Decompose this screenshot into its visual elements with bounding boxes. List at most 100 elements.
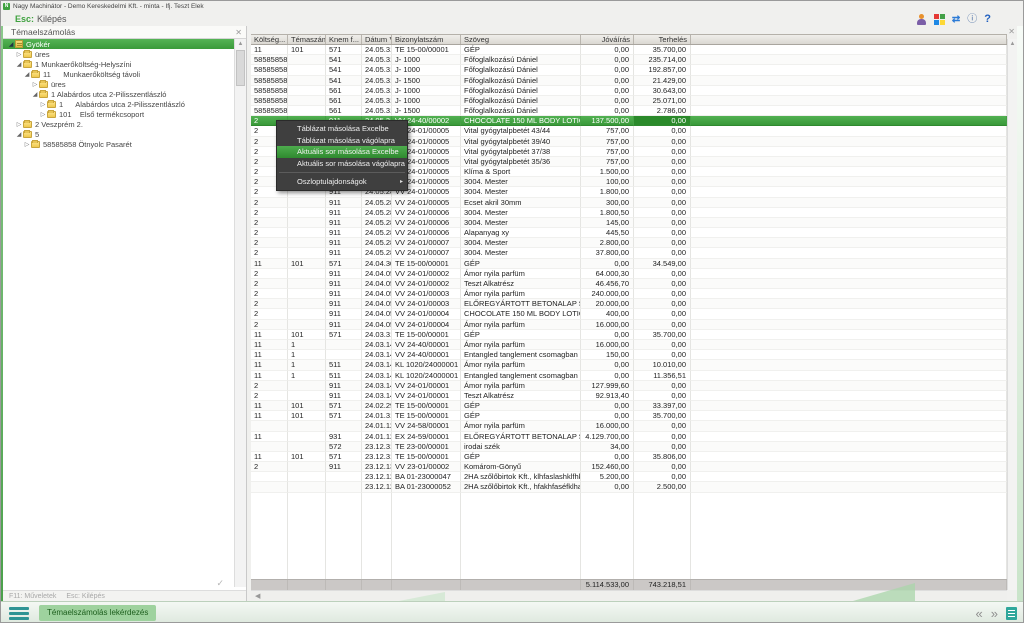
table-row[interactable]: 291124.05.28VV 24-01/000063004. Mester14… [251,218,1007,228]
tree-item[interactable]: ▷üres [3,79,235,89]
tree-scrollbar[interactable]: ▲ [234,39,246,587]
help-icon[interactable]: ? [984,14,991,25]
menu-item[interactable]: Táblázat másolása Excelbe [277,123,407,135]
table-cell: J- 1500 [392,76,461,86]
menu-item[interactable]: Táblázat másolása vágólapra [277,135,407,147]
close-icon[interactable]: ✕ [235,28,242,37]
user-icon[interactable] [916,14,927,25]
table-row[interactable]: 291124.05.28VV 24-01/000073004. Mester2.… [251,238,1007,248]
table-row[interactable]: 291124.04.05VV 24-01/00002Ámor nyila par… [251,269,1007,279]
chevron-collapsed-icon[interactable]: ▷ [15,51,23,58]
table-cell: Teszt Alkatrész [461,279,581,289]
column-header[interactable]: Terhelés [634,35,691,44]
table-row[interactable]: 291124.04.05VV 24-01/00003Ámor nyila par… [251,289,1007,299]
table-cell: Teszt Alkatrész [461,391,581,401]
chevron-right-double-icon[interactable]: » [991,607,1000,620]
table-row[interactable]: 291124.04.05VV 24-01/00004Ámor nyila par… [251,320,1007,330]
table-row[interactable]: 291124.05.28VV 24-01/000063004. Mester1.… [251,208,1007,218]
close-icon[interactable]: ✕ [1008,27,1015,36]
report-list-icon[interactable] [1006,607,1017,620]
table-row[interactable]: 291124.04.05VV 24-01/00003ELŐREGYÁRTOTT … [251,299,1007,309]
sync-arrows-icon[interactable]: ⇄ [952,14,960,25]
table-cell: 0,00 [581,45,634,55]
menu-item[interactable]: Aktuális sor másolása vágólapra [277,158,407,170]
esc-exit-label[interactable]: Kilépés [37,14,67,24]
table-row[interactable]: 5858585856124.05.31J- 1500Főfoglalkozású… [251,106,1007,116]
modules-grid-icon[interactable] [934,14,945,25]
table-row[interactable]: 291124.05.28VV 24-01/000073004. Mester37… [251,248,1007,258]
table-row[interactable]: 1110157124.02.29TE 15-00/00001GÉP0,0033.… [251,401,1007,411]
table-row[interactable]: 11151124.03.14KL 1020/24000001Entangled … [251,371,1007,381]
table-row[interactable]: 5858585856124.05.31J- 1000Főfoglalkozású… [251,96,1007,106]
tree-item[interactable]: ▷101 Első termékcsoport [3,109,235,119]
chevron-collapsed-icon[interactable]: ▷ [39,111,47,118]
column-header[interactable]: Jóváírás [581,35,634,44]
column-header[interactable]: Témaszám [288,35,326,44]
table-row[interactable]: 1193124.01.12EX 24-59/00001ELŐREGYÁRTOTT… [251,432,1007,442]
chevron-collapsed-icon[interactable]: ▷ [39,101,47,108]
tree-item[interactable]: ▷üres [3,49,235,59]
tree-scroll-thumb[interactable] [236,50,245,86]
table-row[interactable]: 291124.04.05VV 24-01/00004CHOCOLATE 150 … [251,309,1007,319]
tree-item[interactable]: ◢11 Munkaerőköltség távoli [3,69,235,79]
chevron-expanded-icon[interactable]: ◢ [15,131,23,138]
tree-item[interactable]: ▷1 Alabárdos utca 2-Pilisszentlászló [3,99,235,109]
column-header[interactable]: Szöveg [461,35,581,44]
column-header[interactable]: Dátum ▼ [362,35,392,44]
table-row[interactable]: 5858585854124.05.31J- 1000Főfoglalkozású… [251,55,1007,65]
table-row[interactable]: 5858585856124.05.31J- 1000Főfoglalkozású… [251,86,1007,96]
table-row[interactable]: 11151124.03.14KL 1020/24000001Ámor nyila… [251,360,1007,370]
chevron-expanded-icon[interactable]: ◢ [7,41,15,48]
column-header[interactable]: Knem f... [326,35,362,44]
table-row[interactable]: 291123.12.13VV 23-01/00002Komárom-Gönyű1… [251,462,1007,472]
chevron-collapsed-icon[interactable]: ▷ [23,141,31,148]
chevron-collapsed-icon[interactable]: ▷ [31,81,39,88]
table-row[interactable]: 1110157123.12.31TE 15-00/00001GÉP0,0035.… [251,452,1007,462]
table-row[interactable]: 11124.03.14VV 24-40/00001Entangled tangl… [251,350,1007,360]
table-cell: 11 [251,45,288,55]
taskbar-query-button[interactable]: Témaelszámolás lekérdezés [39,605,156,621]
table-cell: VV 24-01/00001 [392,391,461,401]
tree-item[interactable]: ▷58585858 Ötnyolc Pasarét [3,139,235,149]
table-row[interactable]: 57223.12.31TE 23-00/00001irodai szék34,0… [251,442,1007,452]
table-row[interactable]: 291124.04.05VV 24-01/00002Teszt Alkatrés… [251,279,1007,289]
tree-item[interactable]: ◢Gyökér [3,39,235,49]
table-row[interactable]: 1110157124.04.30TE 15-00/00001GÉP0,0034.… [251,259,1007,269]
table-row[interactable]: 291124.03.14VV 24-01/00001Teszt Alkatrés… [251,391,1007,401]
menu-hamburger-icon[interactable] [9,607,29,620]
column-header[interactable]: Költség... [251,35,288,44]
chevron-expanded-icon[interactable]: ◢ [31,91,39,98]
chevron-expanded-icon[interactable]: ◢ [15,61,23,68]
table-row[interactable]: 291124.05.28VV 24-01/00005Ecset akril 30… [251,198,1007,208]
tree-item[interactable]: ▷2 Veszprém 2. [3,119,235,129]
table-row[interactable]: 1110157124.01.31TE 15-00/00001GÉP0,0035.… [251,411,1007,421]
scroll-left-icon[interactable]: ◀ [251,592,260,600]
menu-item[interactable]: Oszloptulajdonságok▸ [277,176,407,188]
table-row[interactable]: 5858585854124.05.31J- 1500Főfoglalkozású… [251,76,1007,86]
tree-item[interactable]: ◢5 [3,129,235,139]
column-header[interactable] [691,35,1007,44]
table-row[interactable]: 291124.03.14VV 24-01/00001Ámor nyila par… [251,381,1007,391]
table-row[interactable]: 291124.05.28VV 24-01/00006Alapanyag xy44… [251,228,1007,238]
column-header[interactable]: Bizonylatszám [392,35,461,44]
table-row[interactable]: 1110157124.03.31TE 15-00/00001GÉP0,0035.… [251,330,1007,340]
table-row[interactable]: 11124.03.14VV 24-40/00001Ámor nyila parf… [251,340,1007,350]
table-cell: TE 15-00/00001 [392,330,461,340]
table-row[interactable]: 24.01.12VV 24-58/00001Ámor nyila parfüm1… [251,421,1007,431]
chevron-collapsed-icon[interactable]: ▷ [15,121,23,128]
menu-item[interactable]: Aktuális sor másolása Excelbe [277,146,407,158]
chevron-left-double-icon[interactable]: « [976,607,985,620]
table-vertical-scrollbar[interactable]: ▲ [1007,39,1017,590]
table-cell: 931 [326,432,362,442]
table-row[interactable]: 23.12.12BA 01-230000522HA szőlőbirtok Kf… [251,482,1007,492]
table-row[interactable]: 23.12.12BA 01-230000472HA szőlőbirtok Kf… [251,472,1007,482]
tree-item[interactable]: ◢1 Alabárdos utca 2-Pilisszentlászló [3,89,235,99]
chevron-expanded-icon[interactable]: ◢ [23,71,31,78]
tree-item[interactable]: ◢1 Munkaerőköltség-Helyszíni [3,59,235,69]
table-row[interactable]: 5858585854124.05.31J- 1000Főfoglalkozású… [251,65,1007,75]
scroll-up-icon[interactable]: ▲ [235,39,246,49]
title-bar: N Nagy Machinátor - Demo Kereskedelmi Kf… [1,1,1023,12]
table-row[interactable]: 1110157124.05.31TE 15-00/00001GÉP0,0035.… [251,45,1007,55]
scroll-up-icon[interactable]: ▲ [1008,39,1017,49]
info-icon[interactable]: ⓘ [967,14,977,25]
